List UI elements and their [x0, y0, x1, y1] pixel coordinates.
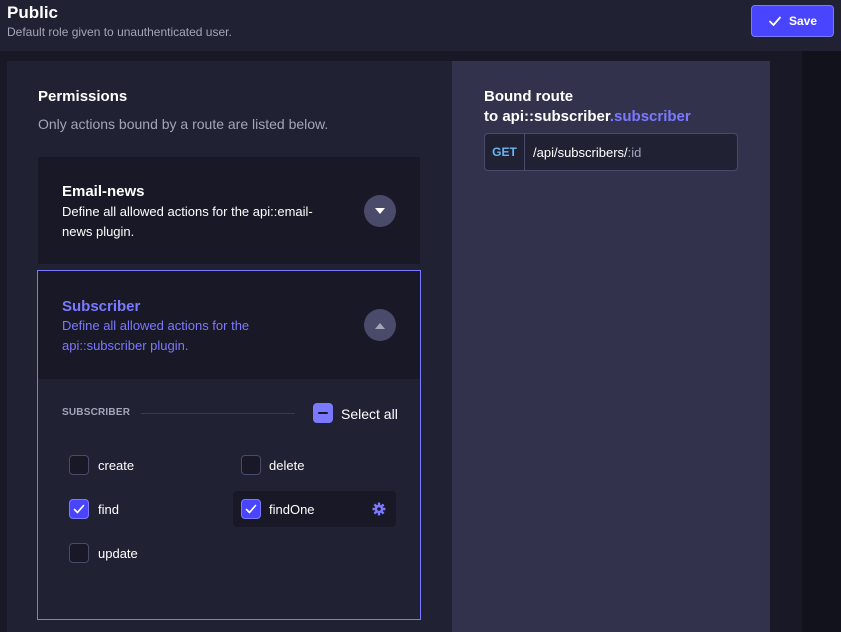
permissions-subtitle: Only actions bound by a route are listed…: [38, 116, 329, 132]
gear-icon[interactable]: [372, 502, 386, 516]
find-label[interactable]: find: [98, 502, 119, 517]
route-path-base: /api/subscribers/: [533, 144, 628, 160]
plugin-description: Define all allowed actions for the api::…: [62, 318, 250, 353]
check-icon: [73, 504, 85, 514]
expand-button[interactable]: [364, 195, 396, 227]
route-path: /api/subscribers/:id: [525, 134, 641, 170]
update-checkbox[interactable]: [69, 543, 89, 563]
route-path-param: :id: [627, 144, 642, 160]
plugin-name: Subscriber: [62, 298, 141, 315]
page-subtitle: Default role given to unauthenticated us…: [7, 25, 232, 39]
plugin-subscriber: Subscriber Define all allowed actions fo…: [37, 270, 421, 620]
section-divider: [141, 413, 295, 414]
update-label[interactable]: update: [98, 546, 138, 561]
chevron-down-icon: [375, 207, 385, 214]
delete-checkbox[interactable]: [241, 455, 261, 475]
select-all-checkbox[interactable]: [313, 403, 333, 423]
bound-route-panel: Bound route to api::subscriber.subscribe…: [452, 61, 770, 632]
save-button-label: Save: [788, 14, 818, 28]
minus-icon: [318, 412, 328, 414]
route-method-badge: GET: [485, 134, 525, 170]
right-panel-edge: [802, 51, 841, 632]
bound-route-prefix: to api::subscriber: [484, 108, 610, 125]
bound-route-highlight: .subscriber: [609, 108, 691, 125]
permissions-panel: Permissions Only actions bound by a rout…: [7, 61, 452, 632]
findone-label[interactable]: findOne: [269, 502, 315, 517]
page-title: Public: [7, 3, 59, 22]
plugin-header[interactable]: Subscriber Define all allowed actions fo…: [38, 271, 420, 379]
permissions-title: Permissions: [38, 88, 128, 105]
bound-route-target: to api::subscriber.subscriber: [484, 107, 691, 127]
create-label[interactable]: create: [98, 458, 134, 473]
find-checkbox[interactable]: [69, 499, 89, 519]
select-all-label[interactable]: Select all: [341, 406, 398, 422]
plugin-email-news[interactable]: Email-news Define all allowed actions fo…: [38, 157, 420, 264]
create-checkbox[interactable]: [69, 455, 89, 475]
check-icon: [769, 16, 781, 26]
findone-checkbox[interactable]: [241, 499, 261, 519]
page-header: Public Default role given to unauthentic…: [0, 0, 841, 51]
plugin-name: Email-news: [62, 183, 145, 200]
chevron-up-icon: [375, 322, 385, 329]
plugin-description: Define all allowed actions for the api::…: [62, 204, 313, 239]
bound-route-heading: Bound route: [484, 88, 574, 105]
collapse-button[interactable]: [364, 309, 396, 341]
bound-route-title: Bound route to api::subscriber.subscribe…: [484, 87, 691, 127]
save-button[interactable]: Save: [751, 5, 834, 37]
check-icon: [245, 504, 257, 514]
route-box: GET /api/subscribers/:id: [484, 133, 738, 171]
delete-label[interactable]: delete: [269, 458, 304, 473]
section-label: SUBSCRIBER: [62, 407, 131, 418]
